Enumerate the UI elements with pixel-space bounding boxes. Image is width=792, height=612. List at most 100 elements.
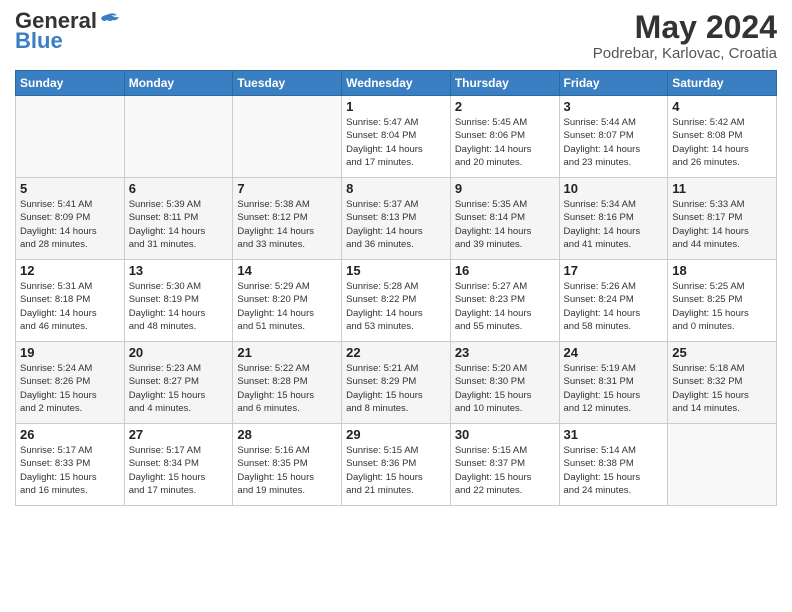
day-info: Sunrise: 5:14 AM Sunset: 8:38 PM Dayligh… [564, 444, 664, 497]
day-number: 12 [20, 263, 120, 278]
calendar-cell [233, 96, 342, 178]
day-info: Sunrise: 5:24 AM Sunset: 8:26 PM Dayligh… [20, 362, 120, 415]
calendar-cell: 4 Sunrise: 5:42 AM Sunset: 8:08 PM Daylig… [668, 96, 777, 178]
calendar-cell: 13 Sunrise: 5:30 AM Sunset: 8:19 PM Dayli… [124, 260, 233, 342]
calendar-cell: 9 Sunrise: 5:35 AM Sunset: 8:14 PM Daylig… [450, 178, 559, 260]
calendar-cell: 23Sunrise: 5:20 AM Sunset: 8:30 PM Dayli… [450, 342, 559, 424]
calendar-cell: 7 Sunrise: 5:38 AM Sunset: 8:12 PM Daylig… [233, 178, 342, 260]
day-info: Sunrise: 5:47 AM Sunset: 8:04 PM Dayligh… [346, 116, 446, 169]
calendar-week-5: 26Sunrise: 5:17 AM Sunset: 8:33 PM Dayli… [16, 424, 777, 506]
calendar-cell: 26Sunrise: 5:17 AM Sunset: 8:33 PM Dayli… [16, 424, 125, 506]
calendar-cell: 24 Sunrise: 5:19 AM Sunset: 8:31 PM Dayli… [559, 342, 668, 424]
calendar-cell: 27 Sunrise: 5:17 AM Sunset: 8:34 PM Dayli… [124, 424, 233, 506]
day-number: 11 [672, 181, 772, 196]
day-info: Sunrise: 5:15 AM Sunset: 8:36 PM Dayligh… [346, 444, 446, 497]
day-info: Sunrise: 5:35 AM Sunset: 8:14 PM Dayligh… [455, 198, 555, 251]
day-info: Sunrise: 5:34 AM Sunset: 8:16 PM Dayligh… [564, 198, 664, 251]
day-number: 28 [237, 427, 337, 442]
header: General Blue May 2024 Podrebar, Karlovac… [15, 10, 777, 62]
calendar-week-1: 1 Sunrise: 5:47 AM Sunset: 8:04 PM Daylig… [16, 96, 777, 178]
day-info: Sunrise: 5:23 AM Sunset: 8:27 PM Dayligh… [129, 362, 229, 415]
col-saturday: Saturday [668, 71, 777, 96]
day-info: Sunrise: 5:21 AM Sunset: 8:29 PM Dayligh… [346, 362, 446, 415]
day-info: Sunrise: 5:27 AM Sunset: 8:23 PM Dayligh… [455, 280, 555, 333]
calendar-cell: 30 Sunrise: 5:15 AM Sunset: 8:37 PM Dayli… [450, 424, 559, 506]
day-info: Sunrise: 5:17 AM Sunset: 8:33 PM Dayligh… [20, 444, 120, 497]
day-number: 16 [455, 263, 555, 278]
day-number: 20 [129, 345, 229, 360]
calendar-cell [16, 96, 125, 178]
day-info: Sunrise: 5:29 AM Sunset: 8:20 PM Dayligh… [237, 280, 337, 333]
calendar-cell: 28 Sunrise: 5:16 AM Sunset: 8:35 PM Dayli… [233, 424, 342, 506]
day-number: 29 [346, 427, 446, 442]
day-number: 17 [564, 263, 664, 278]
col-wednesday: Wednesday [342, 71, 451, 96]
day-number: 10 [564, 181, 664, 196]
calendar-cell: 8 Sunrise: 5:37 AM Sunset: 8:13 PM Daylig… [342, 178, 451, 260]
calendar-cell: 2 Sunrise: 5:45 AM Sunset: 8:06 PM Daylig… [450, 96, 559, 178]
day-number: 7 [237, 181, 337, 196]
calendar-cell: 17Sunrise: 5:26 AM Sunset: 8:24 PM Dayli… [559, 260, 668, 342]
day-number: 9 [455, 181, 555, 196]
col-sunday: Sunday [16, 71, 125, 96]
day-info: Sunrise: 5:44 AM Sunset: 8:07 PM Dayligh… [564, 116, 664, 169]
day-number: 14 [237, 263, 337, 278]
day-number: 1 [346, 99, 446, 114]
day-number: 27 [129, 427, 229, 442]
day-number: 13 [129, 263, 229, 278]
calendar-cell: 16 Sunrise: 5:27 AM Sunset: 8:23 PM Dayli… [450, 260, 559, 342]
calendar-cell [124, 96, 233, 178]
location: Podrebar, Karlovac, Croatia [593, 45, 777, 62]
calendar-cell: 3 Sunrise: 5:44 AM Sunset: 8:07 PM Daylig… [559, 96, 668, 178]
calendar-cell: 11 Sunrise: 5:33 AM Sunset: 8:17 PM Dayli… [668, 178, 777, 260]
calendar-cell: 5 Sunrise: 5:41 AM Sunset: 8:09 PM Daylig… [16, 178, 125, 260]
col-monday: Monday [124, 71, 233, 96]
day-info: Sunrise: 5:25 AM Sunset: 8:25 PM Dayligh… [672, 280, 772, 333]
day-info: Sunrise: 5:17 AM Sunset: 8:34 PM Dayligh… [129, 444, 229, 497]
day-number: 25 [672, 345, 772, 360]
calendar-cell [668, 424, 777, 506]
day-number: 21 [237, 345, 337, 360]
calendar-week-3: 12 Sunrise: 5:31 AM Sunset: 8:18 PM Dayli… [16, 260, 777, 342]
logo-blue: Blue [15, 30, 63, 52]
day-info: Sunrise: 5:38 AM Sunset: 8:12 PM Dayligh… [237, 198, 337, 251]
day-info: Sunrise: 5:42 AM Sunset: 8:08 PM Dayligh… [672, 116, 772, 169]
day-number: 5 [20, 181, 120, 196]
calendar-cell: 6Sunrise: 5:39 AM Sunset: 8:11 PM Daylig… [124, 178, 233, 260]
calendar-cell: 15Sunrise: 5:28 AM Sunset: 8:22 PM Dayli… [342, 260, 451, 342]
calendar-cell: 21 Sunrise: 5:22 AM Sunset: 8:28 PM Dayli… [233, 342, 342, 424]
day-info: Sunrise: 5:15 AM Sunset: 8:37 PM Dayligh… [455, 444, 555, 497]
day-number: 8 [346, 181, 446, 196]
col-thursday: Thursday [450, 71, 559, 96]
day-info: Sunrise: 5:19 AM Sunset: 8:31 PM Dayligh… [564, 362, 664, 415]
day-info: Sunrise: 5:22 AM Sunset: 8:28 PM Dayligh… [237, 362, 337, 415]
day-number: 19 [20, 345, 120, 360]
day-info: Sunrise: 5:16 AM Sunset: 8:35 PM Dayligh… [237, 444, 337, 497]
calendar-cell: 10 Sunrise: 5:34 AM Sunset: 8:16 PM Dayli… [559, 178, 668, 260]
header-row: Sunday Monday Tuesday Wednesday Thursday… [16, 71, 777, 96]
day-number: 3 [564, 99, 664, 114]
day-info: Sunrise: 5:28 AM Sunset: 8:22 PM Dayligh… [346, 280, 446, 333]
day-number: 24 [564, 345, 664, 360]
col-friday: Friday [559, 71, 668, 96]
calendar-week-4: 19 Sunrise: 5:24 AM Sunset: 8:26 PM Dayli… [16, 342, 777, 424]
day-info: Sunrise: 5:30 AM Sunset: 8:19 PM Dayligh… [129, 280, 229, 333]
day-number: 31 [564, 427, 664, 442]
calendar-cell: 1 Sunrise: 5:47 AM Sunset: 8:04 PM Daylig… [342, 96, 451, 178]
day-number: 30 [455, 427, 555, 442]
day-number: 4 [672, 99, 772, 114]
title-block: May 2024 Podrebar, Karlovac, Croatia [593, 10, 777, 62]
day-info: Sunrise: 5:41 AM Sunset: 8:09 PM Dayligh… [20, 198, 120, 251]
day-info: Sunrise: 5:37 AM Sunset: 8:13 PM Dayligh… [346, 198, 446, 251]
day-info: Sunrise: 5:33 AM Sunset: 8:17 PM Dayligh… [672, 198, 772, 251]
day-number: 18 [672, 263, 772, 278]
day-number: 23 [455, 345, 555, 360]
calendar-cell: 12 Sunrise: 5:31 AM Sunset: 8:18 PM Dayli… [16, 260, 125, 342]
col-tuesday: Tuesday [233, 71, 342, 96]
day-info: Sunrise: 5:45 AM Sunset: 8:06 PM Dayligh… [455, 116, 555, 169]
day-info: Sunrise: 5:31 AM Sunset: 8:18 PM Dayligh… [20, 280, 120, 333]
calendar-week-2: 5 Sunrise: 5:41 AM Sunset: 8:09 PM Daylig… [16, 178, 777, 260]
calendar-cell: 29 Sunrise: 5:15 AM Sunset: 8:36 PM Dayli… [342, 424, 451, 506]
day-number: 2 [455, 99, 555, 114]
calendar-cell: 18 Sunrise: 5:25 AM Sunset: 8:25 PM Dayli… [668, 260, 777, 342]
